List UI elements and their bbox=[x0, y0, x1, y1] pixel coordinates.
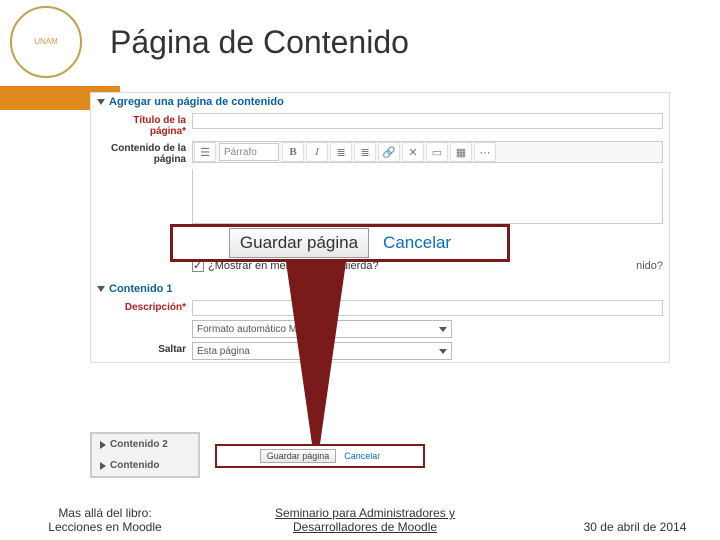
editor-toolbar: ☰ Párrafo B I ≣ ≣ 🔗 ✕ ▭ ▦ ⋯ bbox=[192, 141, 663, 163]
slide-title: Página de Contenido bbox=[110, 24, 409, 61]
cancel-link-small[interactable]: Cancelar bbox=[344, 451, 380, 461]
unam-logo: UNAM bbox=[10, 6, 82, 78]
chevron-right-icon bbox=[100, 462, 106, 470]
link-icon[interactable]: 🔗 bbox=[378, 142, 400, 162]
page-title-input[interactable] bbox=[192, 113, 663, 129]
section-content-1[interactable]: Contenido 1 bbox=[91, 280, 669, 298]
page-title-label: Título de la página* bbox=[97, 113, 192, 137]
description-label: Descripción* bbox=[97, 300, 192, 313]
collapsed-sections-box: Contenido 2 Contenido bbox=[90, 432, 200, 478]
section-content[interactable]: Contenido bbox=[94, 457, 196, 474]
footer-left-1: Mas allá del libro: bbox=[30, 506, 180, 520]
bottom-button-row: Guardar página Cancelar bbox=[215, 444, 425, 468]
section-label: Agregar una página de contenido bbox=[109, 96, 284, 108]
italic-icon[interactable]: I bbox=[306, 142, 328, 162]
save-callout: Guardar página Cancelar bbox=[170, 224, 510, 262]
save-page-button-small[interactable]: Guardar página bbox=[260, 449, 337, 463]
footer-date: 30 de abril de 2014 bbox=[550, 520, 720, 534]
section-add-content-page[interactable]: Agregar una página de contenido bbox=[91, 93, 669, 111]
footer-left-2: Lecciones en Moodle bbox=[30, 520, 180, 534]
page-content-label: Contenido de la página bbox=[97, 141, 192, 165]
footer-center-1: Seminario para Administradores y bbox=[180, 506, 550, 520]
description-input[interactable] bbox=[192, 300, 663, 316]
content-editor[interactable] bbox=[192, 169, 663, 224]
bullet-list-icon[interactable]: ≣ bbox=[330, 142, 352, 162]
truncated-label: nido? bbox=[636, 260, 663, 272]
more-icon[interactable]: ⋯ bbox=[474, 142, 496, 162]
chevron-down-icon bbox=[97, 99, 105, 105]
cancel-link[interactable]: Cancelar bbox=[383, 233, 451, 253]
save-page-button[interactable]: Guardar página bbox=[229, 228, 369, 258]
section-content-2[interactable]: Contenido 2 bbox=[94, 436, 196, 453]
chevron-down-icon bbox=[439, 349, 447, 354]
media-icon[interactable]: ▦ bbox=[450, 142, 472, 162]
toolbar-btn[interactable]: ☰ bbox=[194, 142, 216, 162]
image-icon[interactable]: ▭ bbox=[426, 142, 448, 162]
chevron-right-icon bbox=[100, 441, 106, 449]
jump-label: Saltar bbox=[97, 342, 192, 355]
paragraph-select[interactable]: Párrafo bbox=[219, 143, 279, 161]
chevron-down-icon bbox=[439, 327, 447, 332]
section-label: Contenido 1 bbox=[109, 283, 173, 295]
slide-footer: Mas allá del libro: Lecciones en Moodle … bbox=[0, 506, 720, 534]
unlink-icon[interactable]: ✕ bbox=[402, 142, 424, 162]
number-list-icon[interactable]: ≣ bbox=[354, 142, 376, 162]
footer-center-2: Desarrolladores de Moodle bbox=[180, 520, 550, 534]
chevron-down-icon bbox=[97, 286, 105, 292]
callout-pointer bbox=[286, 262, 346, 458]
bold-icon[interactable]: B bbox=[282, 142, 304, 162]
